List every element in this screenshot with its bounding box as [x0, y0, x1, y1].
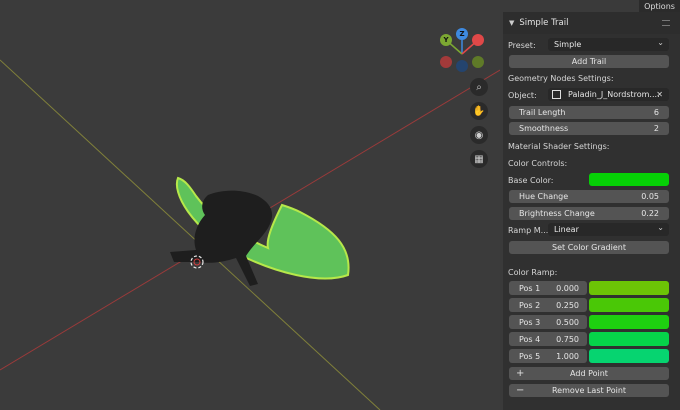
object-icon: [552, 90, 561, 99]
ramp-color-swatch[interactable]: [589, 349, 669, 363]
ramp-color-swatch[interactable]: [589, 315, 669, 329]
geometry-nodes-header: Geometry Nodes Settings:: [508, 73, 614, 83]
ramp-pos-label: Pos 3: [519, 317, 541, 327]
material-shader-header: Material Shader Settings:: [508, 141, 610, 151]
minus-icon: −: [516, 385, 525, 396]
3d-viewport[interactable]: Z Y ⌕ ✋ ◉ ▦: [0, 0, 500, 410]
object-field[interactable]: Paladin_J_Nordstrom.... ✕: [548, 88, 669, 101]
ramp-row: Pos 3 0.500: [509, 315, 669, 329]
ramp-pos-value: 0.750: [556, 334, 579, 344]
color-ramp-header-row: Color Ramp:: [508, 265, 557, 279]
viewport-tools: ⌕ ✋ ◉ ▦: [470, 78, 492, 174]
brightness-change-label: Brightness Change: [519, 209, 595, 218]
object-row: Object:: [508, 88, 537, 102]
trail-length-field[interactable]: Trail Length 6: [509, 106, 669, 119]
trail-length-label: Trail Length: [519, 108, 566, 117]
gizmo-z-icon[interactable]: Z: [456, 28, 468, 40]
ramp-mode-label: Ramp M...: [508, 225, 549, 235]
color-ramp-header: Color Ramp:: [508, 267, 558, 277]
ramp-pos-value: 0.500: [556, 317, 579, 327]
ramp-color-swatch[interactable]: [589, 281, 669, 295]
ramp-position-field[interactable]: Pos 3 0.500: [509, 315, 587, 329]
color-controls-row: Color Controls:: [508, 156, 567, 170]
add-trail-button[interactable]: Add Trail: [509, 55, 669, 68]
chevron-down-icon: ⌄: [657, 38, 664, 47]
ramp-position-field[interactable]: Pos 5 1.000: [509, 349, 587, 363]
remove-last-point-button[interactable]: − Remove Last Point: [509, 384, 669, 397]
ramp-color-swatch[interactable]: [589, 298, 669, 312]
add-point-label: Add Point: [570, 369, 608, 378]
material-header-row: Material Shader Settings:: [508, 139, 609, 153]
options-tab[interactable]: Options: [639, 0, 680, 12]
brightness-change-value: 0.22: [641, 209, 659, 218]
ramp-row: Pos 5 1.000: [509, 349, 669, 363]
ramp-pos-label: Pos 5: [519, 351, 541, 361]
grid-icon[interactable]: ▦: [470, 150, 488, 168]
object-value: Paladin_J_Nordstrom....: [568, 90, 660, 99]
brightness-change-field[interactable]: Brightness Change 0.22: [509, 207, 669, 220]
ramp-color-swatch[interactable]: [589, 332, 669, 346]
color-controls-header: Color Controls:: [508, 158, 568, 168]
camera-icon[interactable]: ◉: [470, 126, 488, 144]
ramp-mode-value: Linear: [554, 225, 579, 234]
trail-length-value: 6: [653, 108, 659, 117]
gizmo-y-icon[interactable]: Y: [440, 34, 452, 46]
ramp-row: Pos 1 0.000: [509, 281, 669, 295]
ramp-row: Pos 2 0.250: [509, 298, 669, 312]
hand-icon[interactable]: ✋: [470, 102, 488, 120]
preset-row: Preset:: [508, 38, 536, 52]
hue-change-field[interactable]: Hue Change 0.05: [509, 190, 669, 203]
preset-value: Simple: [554, 40, 582, 49]
ramp-pos-label: Pos 2: [519, 300, 541, 310]
smoothness-value: 2: [653, 124, 659, 133]
zoom-icon[interactable]: ⌕: [470, 78, 488, 96]
add-point-button[interactable]: + Add Point: [509, 367, 669, 380]
base-color-swatch[interactable]: [589, 173, 669, 186]
gizmo-neg-x-icon[interactable]: [440, 56, 452, 68]
drag-handle-icon[interactable]: [662, 20, 670, 26]
panel-header[interactable]: ▼ Simple Trail: [503, 12, 680, 34]
base-color-label: Base Color:: [508, 175, 554, 185]
preset-label: Preset:: [508, 40, 536, 50]
hue-change-value: 0.05: [641, 192, 659, 201]
gizmo-neg-z-icon[interactable]: [456, 60, 468, 72]
ramp-position-field[interactable]: Pos 1 0.000: [509, 281, 587, 295]
ramp-mode-dropdown[interactable]: Linear ⌄: [548, 223, 669, 236]
object-label: Object:: [508, 90, 537, 100]
smoothness-label: Smoothness: [519, 124, 569, 133]
ramp-pos-label: Pos 1: [519, 283, 541, 293]
viewport-scene: [0, 59, 500, 410]
chevron-down-icon: ⌄: [657, 223, 664, 232]
hue-change-label: Hue Change: [519, 192, 569, 201]
ramp-pos-value: 0.250: [556, 300, 579, 310]
smoothness-field[interactable]: Smoothness 2: [509, 122, 669, 135]
ramp-row: Pos 4 0.750: [509, 332, 669, 346]
ramp-position-field[interactable]: Pos 2 0.250: [509, 298, 587, 312]
gizmo-x-icon[interactable]: [472, 34, 484, 46]
gizmo-neg-y-icon[interactable]: [472, 56, 484, 68]
close-icon[interactable]: ✕: [656, 90, 663, 99]
geo-header: Geometry Nodes Settings:: [508, 71, 614, 85]
ramp-position-field[interactable]: Pos 4 0.750: [509, 332, 587, 346]
plus-icon: +: [516, 368, 525, 379]
panel-title: Simple Trail: [519, 18, 569, 28]
ramp-pos-label: Pos 4: [519, 334, 541, 344]
base-color-row: Base Color:: [508, 173, 553, 187]
navigation-gizmo[interactable]: Z Y: [436, 26, 488, 76]
ramp-mode-row: Ramp M...: [508, 223, 548, 237]
chevron-down-icon[interactable]: ▼: [509, 19, 514, 27]
set-color-gradient-button[interactable]: Set Color Gradient: [509, 241, 669, 254]
preset-dropdown[interactable]: Simple ⌄: [548, 38, 669, 51]
remove-point-label: Remove Last Point: [551, 386, 627, 395]
ramp-pos-value: 0.000: [556, 283, 579, 293]
ramp-pos-value: 1.000: [556, 351, 579, 361]
